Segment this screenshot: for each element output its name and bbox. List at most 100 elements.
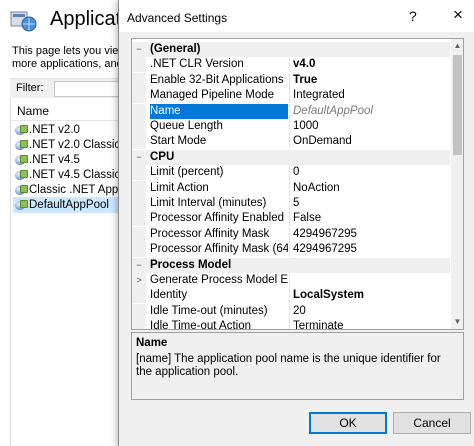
property-row[interactable]: Managed Pipeline Mode Integrated — [132, 88, 450, 104]
description-line: more applications, and p — [12, 58, 122, 70]
collapse-icon[interactable]: − — [134, 150, 144, 165]
column-divider — [289, 72, 290, 88]
list-item-label: DefaultAppPool — [29, 199, 109, 211]
property-row[interactable]: Start Mode OnDemand — [132, 134, 450, 150]
category-label: Process Model — [150, 258, 232, 271]
property-value[interactable]: Integrated — [293, 88, 448, 103]
filter-bar: Filter: — [10, 78, 144, 98]
property-row[interactable]: Processor Affinity Mask (64-bit c 4294967… — [132, 242, 450, 258]
app-pool-icon — [15, 169, 28, 181]
row-gutter — [132, 72, 146, 88]
property-row[interactable]: Processor Affinity Mask 4294967295 — [132, 226, 450, 242]
property-name: Processor Affinity Mask (64-bit c — [150, 243, 288, 256]
filter-label: Filter: — [16, 82, 44, 94]
property-value[interactable]: 4294967295 — [293, 242, 448, 257]
description-text: [name] The application pool name is the … — [136, 353, 441, 378]
list-item[interactable]: .NET v2.0 — [15, 122, 80, 138]
property-row[interactable]: Idle Time-out (minutes) 20 — [132, 303, 450, 319]
app-pool-icon — [15, 154, 28, 166]
row-gutter — [132, 103, 146, 119]
property-value[interactable]: 1000 — [293, 119, 448, 134]
column-divider — [289, 319, 290, 329]
property-value[interactable]: 20 — [293, 304, 448, 319]
list-item-label: .NET v2.0 Classic — [29, 139, 121, 151]
close-button[interactable]: × — [453, 5, 463, 25]
column-divider — [289, 180, 290, 196]
row-gutter — [132, 57, 146, 73]
column-divider — [289, 57, 290, 73]
dialog-title: Advanced Settings — [127, 11, 228, 25]
property-name: Queue Length — [150, 120, 223, 132]
property-value[interactable]: LocalSystem — [293, 288, 448, 303]
collapse-icon[interactable]: − — [134, 258, 144, 273]
property-row[interactable]: > Generate Process Model Event L — [132, 273, 450, 288]
property-row[interactable]: Processor Affinity Enabled False — [132, 211, 450, 227]
list-item-label: .NET v4.5 — [29, 154, 80, 166]
list-item-selected[interactable]: DefaultAppPool — [13, 197, 131, 213]
app-pool-list: Name .NET v2.0 .NET v2.0 Classic .NET v4… — [10, 98, 139, 446]
category-label: (General) — [150, 43, 201, 55]
row-gutter — [132, 242, 146, 258]
help-button[interactable]: ? — [409, 8, 417, 24]
column-divider — [289, 288, 290, 304]
row-gutter — [132, 180, 146, 196]
property-value[interactable]: False — [293, 211, 448, 226]
page-description: This page lets you view a more applicati… — [12, 45, 122, 71]
category-label: CPU — [150, 150, 175, 163]
property-value[interactable]: DefaultAppPool — [293, 104, 448, 119]
property-value[interactable]: Terminate — [293, 319, 448, 329]
header-divider — [11, 120, 131, 121]
property-category-row[interactable]: − CPU — [132, 149, 450, 165]
property-row[interactable]: Enable 32-Bit Applications True — [132, 72, 450, 88]
row-gutter — [132, 88, 146, 104]
property-value[interactable]: OnDemand — [293, 134, 448, 149]
property-value[interactable]: v4.0 — [293, 57, 448, 72]
property-value[interactable]: 0 — [293, 165, 448, 180]
expand-arrow-icon[interactable]: > — [134, 273, 144, 288]
scroll-up-arrow-icon[interactable]: ▲ — [451, 39, 463, 53]
property-row[interactable]: Limit (percent) 0 — [132, 165, 450, 181]
property-value[interactable]: True — [293, 73, 448, 88]
property-name: Limit (percent) — [150, 166, 224, 179]
property-row[interactable]: Idle Time-out Action Terminate — [132, 319, 450, 329]
scroll-down-arrow-icon[interactable]: ▼ — [451, 315, 463, 329]
column-divider — [289, 165, 290, 181]
name-column-header[interactable]: Name — [17, 104, 49, 118]
application-pools-icon — [10, 11, 37, 32]
row-gutter — [132, 196, 146, 211]
property-row[interactable]: Limit Interval (minutes) 5 — [132, 196, 450, 211]
property-value[interactable]: NoAction — [293, 181, 448, 196]
row-gutter — [132, 303, 146, 319]
list-item[interactable]: .NET v2.0 Classic — [15, 137, 120, 153]
property-name: Limit Interval (minutes) — [150, 197, 267, 209]
property-category-row[interactable]: − Process Model — [132, 257, 450, 273]
property-value[interactable]: 5 — [293, 196, 448, 211]
property-row[interactable]: Name DefaultAppPool — [132, 103, 450, 119]
property-name: .NET CLR Version — [150, 58, 244, 71]
list-item[interactable]: .NET v4.5 Classic — [15, 167, 120, 183]
column-divider — [289, 303, 290, 319]
property-row[interactable]: .NET CLR Version v4.0 — [132, 57, 450, 73]
property-row[interactable]: Identity LocalSystem — [132, 288, 450, 304]
property-name: Limit Action — [150, 181, 209, 194]
scrollbar-thumb[interactable] — [453, 55, 462, 155]
dialog-titlebar[interactable]: Advanced Settings ? × — [119, 0, 474, 32]
ok-button[interactable]: OK — [309, 412, 387, 434]
list-item[interactable]: .NET v4.5 — [15, 152, 80, 168]
property-value[interactable]: 4294967295 — [293, 227, 448, 242]
property-row[interactable]: Limit Action NoAction — [132, 180, 450, 196]
cancel-button[interactable]: Cancel — [393, 412, 471, 434]
app-pool-icon — [15, 184, 28, 196]
column-divider — [289, 226, 290, 242]
app-pool-icon — [15, 139, 28, 151]
property-row[interactable]: Queue Length 1000 — [132, 119, 450, 134]
vertical-scrollbar[interactable]: ▲ ▼ — [451, 39, 463, 329]
property-name: Managed Pipeline Mode — [150, 89, 275, 102]
column-divider — [289, 196, 290, 211]
description-title: Name — [136, 337, 168, 349]
row-gutter — [132, 211, 146, 227]
property-category-row[interactable]: − (General) — [132, 42, 450, 57]
collapse-icon[interactable]: − — [134, 42, 144, 57]
property-name: Identity — [150, 289, 188, 302]
property-name: Idle Time-out (minutes) — [150, 304, 268, 317]
